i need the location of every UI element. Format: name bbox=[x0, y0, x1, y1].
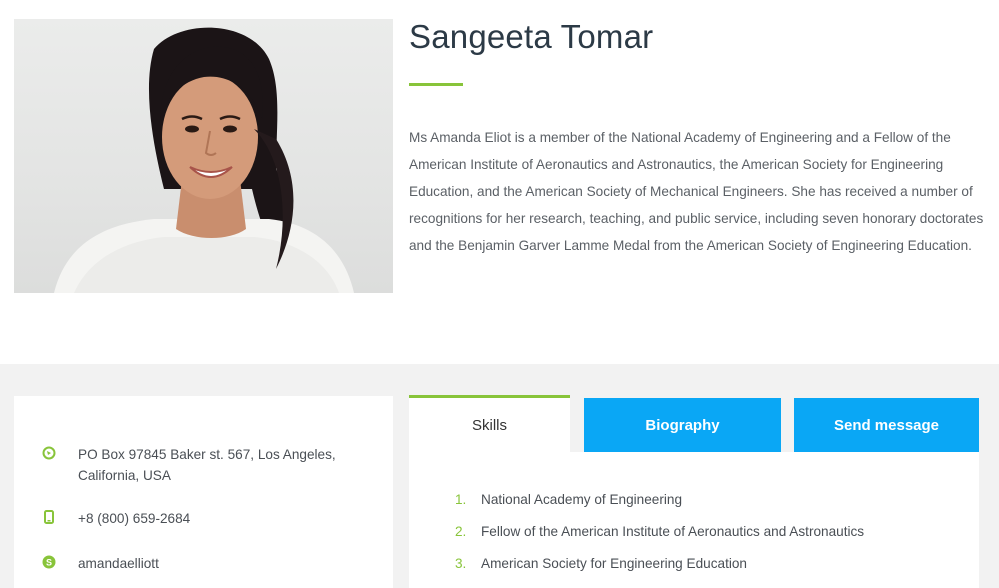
contact-phone[interactable]: +8 (800) 659-2684 bbox=[78, 508, 358, 529]
contact-skype[interactable]: amandaelliott bbox=[78, 553, 358, 574]
list-item-number: 3. bbox=[455, 556, 467, 571]
list-item-number: 1. bbox=[455, 492, 467, 507]
skills-panel: 1. National Academy of Engineering 2. Fe… bbox=[409, 452, 979, 588]
list-item-label: Fellow of the American Institute of Aero… bbox=[481, 524, 865, 539]
profile-tabs: Skills Biography Send message 1. Nationa… bbox=[409, 395, 999, 588]
tab-send-message[interactable]: Send message bbox=[794, 398, 979, 452]
svg-text:S: S bbox=[46, 558, 52, 568]
profile-name: Sangeeta Tomar bbox=[409, 18, 654, 55]
list-item-number: 2. bbox=[455, 524, 467, 539]
profile-photo-illustration bbox=[54, 27, 354, 293]
profile-photo bbox=[14, 19, 393, 293]
location-icon bbox=[42, 446, 56, 460]
list-item-label: National Academy of Engineering bbox=[481, 492, 683, 507]
title-accent-divider bbox=[409, 83, 463, 86]
skype-icon: S bbox=[42, 555, 56, 569]
contact-address-row: PO Box 97845 Baker st. 567, Los Angeles,… bbox=[42, 444, 358, 486]
tab-skills[interactable]: Skills bbox=[409, 395, 570, 452]
list-item: 2. Fellow of the American Institute of A… bbox=[455, 524, 864, 539]
profile-bio: Ms Amanda Eliot is a member of the Natio… bbox=[409, 130, 984, 253]
contact-address: PO Box 97845 Baker st. 567, Los Angeles,… bbox=[78, 447, 336, 483]
contact-phone-row: +8 (800) 659-2684 bbox=[42, 508, 358, 529]
contact-card: PO Box 97845 Baker st. 567, Los Angeles,… bbox=[14, 396, 393, 588]
list-item-label: American Society for Engineering Educati… bbox=[481, 556, 747, 571]
list-item: 1. National Academy of Engineering bbox=[455, 492, 682, 507]
phone-icon bbox=[44, 510, 54, 524]
tab-biography[interactable]: Biography bbox=[584, 398, 781, 452]
contact-skype-row: S amandaelliott bbox=[42, 553, 358, 574]
list-item: 3. American Society for Engineering Educ… bbox=[455, 556, 747, 571]
